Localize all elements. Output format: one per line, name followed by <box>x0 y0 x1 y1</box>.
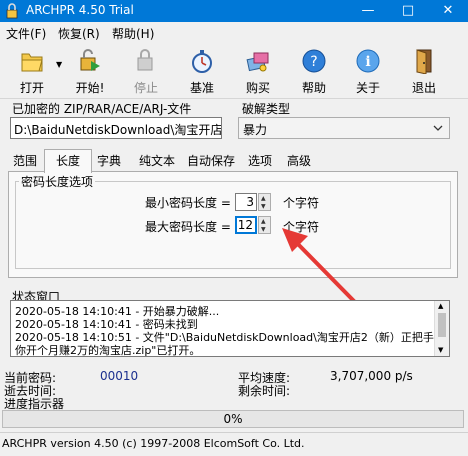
menu-bar: 文件(F) 恢复(R) 帮助(H) <box>0 22 468 42</box>
info-icon: i <box>356 49 380 73</box>
svg-text:i: i <box>365 54 370 70</box>
purchase-icon <box>246 52 269 72</box>
stop-label: 停止 <box>133 81 158 95</box>
tab-plaintext[interactable]: 纯文本 <box>134 152 180 172</box>
tab-dictionary-label: 字典 <box>96 154 121 168</box>
tab-plaintext-label: 纯文本 <box>138 154 175 168</box>
tab-length-label: 长度 <box>55 154 80 168</box>
max-length-input[interactable]: 12 <box>235 216 257 234</box>
stop-icon <box>137 49 153 71</box>
progress-text: 0% <box>223 412 243 426</box>
folder-open-icon <box>21 53 43 72</box>
help-label: 帮助 <box>301 81 326 95</box>
tab-options[interactable]: 选项 <box>244 152 276 172</box>
spin-down-icon: ▼ <box>261 203 266 210</box>
scroll-down-icon[interactable]: ▼ <box>438 346 443 354</box>
spin-down-icon: ▼ <box>261 226 266 233</box>
help-button[interactable]: ? 帮助 <box>292 46 336 96</box>
about-label: 关于 <box>355 81 380 95</box>
encrypted-file-value: D:\BaiduNetdiskDownload\淘宝开店2（新 <box>14 123 222 137</box>
min-length-stepper[interactable]: ▲ ▼ <box>258 193 271 211</box>
chevron-down-icon <box>433 125 443 131</box>
start-label: 开始! <box>75 81 105 95</box>
close-button[interactable]: ✕ <box>428 0 468 22</box>
spin-up-icon: ▲ <box>261 218 266 225</box>
help-icon: ? <box>302 49 326 73</box>
min-length-value: 3 <box>246 195 254 209</box>
password-length-group-title: 密码长度选项 <box>19 173 96 190</box>
status-bar: ARCHPR version 4.50 (c) 1997-2008 ElcomS… <box>0 432 468 456</box>
remaining-time-label: 剩余时间: <box>238 384 291 398</box>
menu-recovery[interactable]: 恢复(R) <box>58 25 100 42</box>
purchase-button[interactable]: 购买 <box>236 46 280 96</box>
log-line: 你开个月赚2万的淘宝店.zip"已打开。 <box>15 344 201 357</box>
encrypted-file-label: 已加密的 ZIP/RAR/ACE/ARJ-文件 <box>12 102 192 116</box>
encrypted-file-field[interactable]: D:\BaiduNetdiskDownload\淘宝开店2（新 <box>10 117 222 139</box>
title-bar[interactable]: ARCHPR 4.50 Trial — □ ✕ <box>0 0 468 22</box>
scroll-thumb[interactable] <box>438 313 446 337</box>
window-title: ARCHPR 4.50 Trial <box>26 3 134 17</box>
tab-autosave-label: 自动保存 <box>186 154 235 168</box>
open-button[interactable]: 打开 <box>10 46 54 96</box>
min-length-unit: 个字符 <box>283 196 320 210</box>
exit-label: 退出 <box>411 81 436 95</box>
progress-bar: 0% <box>2 410 464 428</box>
stop-button[interactable]: 停止 <box>124 46 168 96</box>
attack-type-select[interactable]: 暴力 <box>238 117 450 139</box>
start-button[interactable]: 开始! <box>68 46 112 96</box>
menu-file[interactable]: 文件(F) <box>6 25 46 42</box>
status-log[interactable]: 2020-05-18 14:10:41 - 开始暴力破解... 2020-05-… <box>10 300 450 357</box>
tab-dictionary[interactable]: 字典 <box>92 152 126 172</box>
tab-advanced-label: 高级 <box>286 154 311 168</box>
maximize-button[interactable]: □ <box>388 0 428 22</box>
start-icon <box>80 49 100 71</box>
menu-help[interactable]: 帮助(H) <box>112 25 154 42</box>
tab-range-label: 范围 <box>12 154 37 168</box>
max-length-label: 最大密码长度 = <box>145 220 231 234</box>
benchmark-button[interactable]: 基准 <box>180 46 224 96</box>
status-bar-text: ARCHPR version 4.50 (c) 1997-2008 ElcomS… <box>2 437 305 450</box>
purchase-label: 购买 <box>245 81 270 95</box>
tab-options-label: 选项 <box>247 154 272 168</box>
scroll-up-icon[interactable]: ▲ <box>438 302 443 310</box>
app-icon <box>6 3 18 19</box>
open-label: 打开 <box>19 81 44 95</box>
svg-text:?: ? <box>310 54 317 70</box>
benchmark-label: 基准 <box>189 81 214 95</box>
tab-autosave[interactable]: 自动保存 <box>184 152 238 172</box>
min-length-input[interactable]: 3 <box>235 193 257 211</box>
spin-up-icon: ▲ <box>261 195 266 202</box>
open-dropdown-arrow-icon[interactable]: ▼ <box>56 60 62 69</box>
current-password-value: 00010 <box>100 369 139 383</box>
toolbar: 打开 ▼ 开始! 停止 基准 购买 ? 帮助 i 关于 退出 <box>0 42 468 99</box>
attack-type-label: 破解类型 <box>242 102 291 116</box>
tab-advanced[interactable]: 高级 <box>282 152 316 172</box>
min-length-label: 最小密码长度 = <box>145 196 231 210</box>
tab-range[interactable]: 范围 <box>8 152 42 172</box>
stopwatch-icon <box>192 50 212 73</box>
minimize-button[interactable]: — <box>348 0 388 22</box>
tab-length[interactable]: 长度 <box>44 149 92 173</box>
average-speed-value: 3,707,000 p/s <box>330 369 413 383</box>
log-scrollbar[interactable]: ▲ ▼ <box>434 301 449 356</box>
exit-button[interactable]: 退出 <box>402 46 446 96</box>
max-length-value: 12 <box>237 218 253 232</box>
exit-door-icon <box>416 49 432 74</box>
about-button[interactable]: i 关于 <box>346 46 390 96</box>
attack-type-value: 暴力 <box>243 123 268 137</box>
